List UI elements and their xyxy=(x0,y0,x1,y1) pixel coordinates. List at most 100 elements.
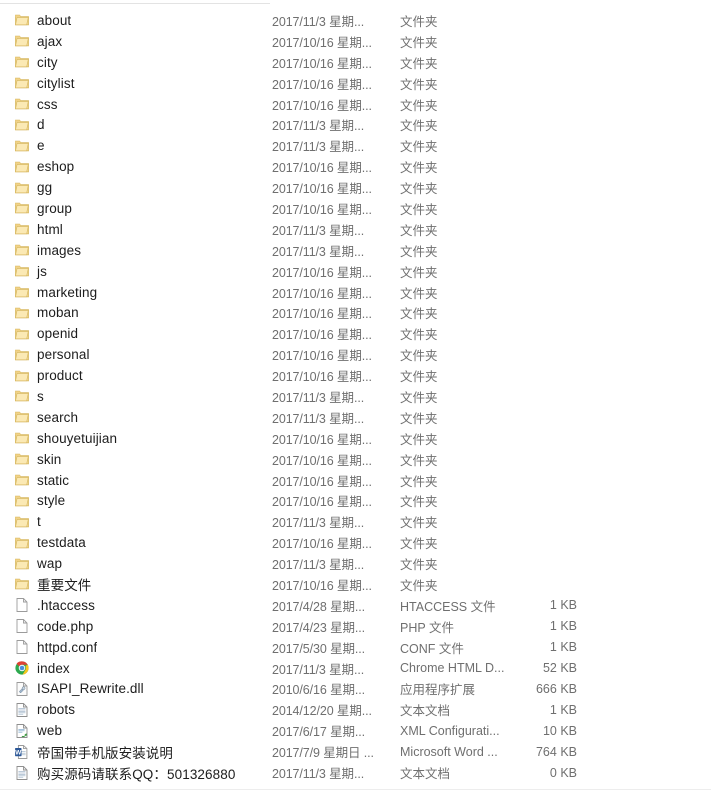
file-row[interactable]: gg 2017/10/16 星期... 文件夹 xyxy=(0,177,711,198)
file-row[interactable]: css 2017/10/16 星期... 文件夹 xyxy=(0,94,711,115)
file-name-label: citylist xyxy=(37,75,75,91)
file-row[interactable]: 重要文件 2017/10/16 星期... 文件夹 xyxy=(0,574,711,595)
file-name-label: search xyxy=(37,409,79,425)
file-list[interactable]: about 2017/11/3 星期... 文件夹 ajax 2017/10/16 星期… xyxy=(0,10,711,783)
file-row[interactable]: product 2017/10/16 星期... 文件夹 xyxy=(0,365,711,386)
file-name-cell[interactable]: ajax xyxy=(14,33,62,49)
file-name-cell[interactable]: html xyxy=(14,221,63,237)
file-name-cell[interactable]: moban xyxy=(14,305,79,321)
file-row[interactable]: openid 2017/10/16 星期... 文件夹 xyxy=(0,323,711,344)
file-row[interactable]: httpd.conf 2017/5/30 星期... CONF 文件 1 KB xyxy=(0,637,711,658)
file-name-label: 重要文件 xyxy=(37,578,92,594)
file-name-label: personal xyxy=(37,347,90,363)
file-row[interactable]: images 2017/11/3 星期... 文件夹 xyxy=(0,240,711,261)
file-row[interactable]: ISAPI_Rewrite.dll 2010/6/16 星期... 应用程序扩展 66… xyxy=(0,679,711,700)
file-row[interactable]: 购买源码请联系QQ：501326880 2017/11/3 星期... 文本文档 0 … xyxy=(0,762,711,783)
folder-icon xyxy=(14,263,30,279)
file-name-cell[interactable]: style xyxy=(14,493,65,509)
file-name-cell[interactable]: city xyxy=(14,54,58,70)
file-name-cell[interactable]: web xyxy=(14,723,62,739)
file-name-cell[interactable]: gg xyxy=(14,180,52,196)
file-name-cell[interactable]: about xyxy=(14,12,71,28)
file-row[interactable]: search 2017/11/3 星期... 文件夹 xyxy=(0,407,711,428)
file-date-cell: 2017/11/3 星期... xyxy=(272,558,365,573)
file-name-cell[interactable]: eshop xyxy=(14,159,74,175)
file-date-cell: 2017/10/16 星期... xyxy=(272,453,372,468)
file-name-label: html xyxy=(37,221,63,237)
file-name-cell[interactable]: shouyetuijian xyxy=(14,430,117,446)
file-date-cell: 2017/7/9 星期日 ... xyxy=(272,746,374,761)
file-name-cell[interactable]: images xyxy=(14,242,81,258)
file-row[interactable]: marketing 2017/10/16 星期... 文件夹 xyxy=(0,282,711,303)
file-name-cell[interactable]: skin xyxy=(14,451,61,467)
file-name-cell[interactable]: 重要文件 xyxy=(14,574,91,594)
file-name-cell[interactable]: wap xyxy=(14,556,62,572)
file-row[interactable]: code.php 2017/4/23 星期... PHP 文件 1 KB xyxy=(0,616,711,637)
text-file-icon xyxy=(14,765,30,781)
file-type-cell: 文件夹 xyxy=(400,202,438,217)
file-name-cell[interactable]: .htaccess xyxy=(14,597,95,613)
file-row[interactable]: index 2017/11/3 星期... Chrome HTML D... 52 K… xyxy=(0,658,711,679)
file-name-cell[interactable]: httpd.conf xyxy=(14,639,97,655)
file-row[interactable]: static 2017/10/16 星期... 文件夹 xyxy=(0,470,711,491)
file-name-cell[interactable]: W 帝国带手机版安装说明 xyxy=(14,742,173,762)
file-row[interactable]: shouyetuijian 2017/10/16 星期... 文件夹 xyxy=(0,428,711,449)
file-row[interactable]: moban 2017/10/16 星期... 文件夹 xyxy=(0,302,711,323)
file-name-cell[interactable]: testdata xyxy=(14,535,86,551)
file-type-cell: 文件夹 xyxy=(400,495,438,510)
file-name-cell[interactable]: e xyxy=(14,138,45,154)
file-name-cell[interactable]: 购买源码请联系QQ：501326880 xyxy=(14,763,235,783)
file-type-cell: 文件夹 xyxy=(400,140,438,155)
file-date-cell: 2017/10/16 星期... xyxy=(272,495,372,510)
file-row[interactable]: testdata 2017/10/16 星期... 文件夹 xyxy=(0,532,711,553)
file-row[interactable]: about 2017/11/3 星期... 文件夹 xyxy=(0,10,711,31)
folder-icon xyxy=(14,200,30,216)
folder-icon xyxy=(14,326,30,342)
file-size-cell: 0 KB xyxy=(549,765,577,780)
file-name-cell[interactable]: personal xyxy=(14,347,90,363)
file-name-cell[interactable]: search xyxy=(14,409,78,425)
file-row[interactable]: eshop 2017/10/16 星期... 文件夹 xyxy=(0,156,711,177)
file-row[interactable]: city 2017/10/16 星期... 文件夹 xyxy=(0,52,711,73)
file-name-cell[interactable]: s xyxy=(14,388,44,404)
blank-file-icon xyxy=(14,597,30,613)
file-name-cell[interactable]: css xyxy=(14,96,58,112)
file-row[interactable]: citylist 2017/10/16 星期... 文件夹 xyxy=(0,73,711,94)
file-row[interactable]: ajax 2017/10/16 星期... 文件夹 xyxy=(0,31,711,52)
file-name-cell[interactable]: js xyxy=(14,263,47,279)
folder-icon xyxy=(14,284,30,300)
file-row[interactable]: d 2017/11/3 星期... 文件夹 xyxy=(0,114,711,135)
file-name-cell[interactable]: ISAPI_Rewrite.dll xyxy=(14,681,144,697)
file-name-cell[interactable]: robots xyxy=(14,702,75,718)
file-row[interactable]: e 2017/11/3 星期... 文件夹 xyxy=(0,135,711,156)
file-name-cell[interactable]: t xyxy=(14,514,41,530)
file-row[interactable]: s 2017/11/3 星期... 文件夹 xyxy=(0,386,711,407)
file-row[interactable]: personal 2017/10/16 星期... 文件夹 xyxy=(0,344,711,365)
file-name-cell[interactable]: marketing xyxy=(14,284,97,300)
file-name-cell[interactable]: product xyxy=(14,368,83,384)
file-row[interactable]: wap 2017/11/3 星期... 文件夹 xyxy=(0,553,711,574)
file-row[interactable]: t 2017/11/3 星期... 文件夹 xyxy=(0,511,711,532)
file-row[interactable]: style 2017/10/16 星期... 文件夹 xyxy=(0,490,711,511)
file-name-cell[interactable]: d xyxy=(14,117,45,133)
file-row[interactable]: group 2017/10/16 星期... 文件夹 xyxy=(0,198,711,219)
file-date-cell: 2017/10/16 星期... xyxy=(272,370,372,385)
file-row[interactable]: .htaccess 2017/4/28 星期... HTACCESS 文件 1 KB xyxy=(0,595,711,616)
file-name-cell[interactable]: group xyxy=(14,200,72,216)
file-name-cell[interactable]: openid xyxy=(14,326,78,342)
file-name-cell[interactable]: index xyxy=(14,660,70,676)
file-type-cell: 文件夹 xyxy=(400,244,438,259)
file-row[interactable]: web 2017/6/17 星期... XML Configurati... 10 K… xyxy=(0,720,711,741)
file-name-cell[interactable]: static xyxy=(14,472,69,488)
file-row[interactable]: robots 2014/12/20 星期... 文本文档 1 KB xyxy=(0,699,711,720)
file-name-label: s xyxy=(37,388,44,404)
file-date-cell: 2017/10/16 星期... xyxy=(272,328,372,343)
file-name-cell[interactable]: citylist xyxy=(14,75,75,91)
folder-icon xyxy=(14,409,30,425)
text-file-icon xyxy=(14,702,30,718)
file-row[interactable]: html 2017/11/3 星期... 文件夹 xyxy=(0,219,711,240)
file-row[interactable]: skin 2017/10/16 星期... 文件夹 xyxy=(0,449,711,470)
file-name-cell[interactable]: code.php xyxy=(14,618,93,634)
file-row[interactable]: js 2017/10/16 星期... 文件夹 xyxy=(0,261,711,282)
file-row[interactable]: W 帝国带手机版安装说明 2017/7/9 星期日 ... Microsoft Wor… xyxy=(0,741,711,762)
